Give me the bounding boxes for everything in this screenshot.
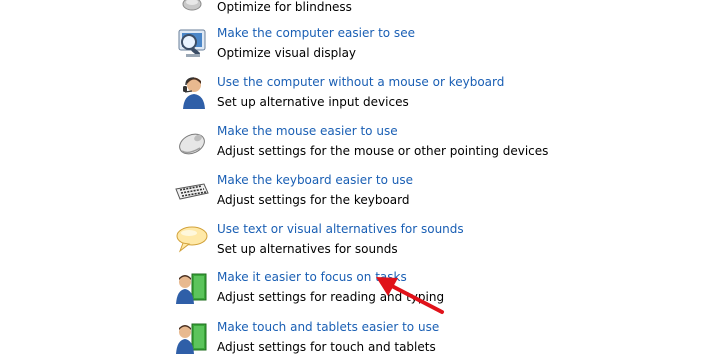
item-description: Adjust settings for touch and tablets	[217, 340, 436, 354]
use-without-mouse-keyboard-link[interactable]: Use the computer without a mouse or keyb…	[217, 75, 504, 90]
list-item-easier-to-see: Make the computer easier to see Optimize…	[174, 26, 694, 66]
item-description: Adjust settings for the keyboard	[217, 193, 410, 207]
keyboard-icon	[174, 173, 210, 209]
ease-of-access-list: Optimize for blindness Make the computer…	[0, 0, 720, 360]
monitor-magnifier-icon	[174, 26, 210, 62]
list-item-sound-alternatives: Use text or visual alternatives for soun…	[174, 222, 694, 262]
text-visual-alternatives-link[interactable]: Use text or visual alternatives for soun…	[217, 222, 464, 237]
item-description: Optimize visual display	[217, 46, 357, 60]
list-item-mouse: Make the mouse easier to use Adjust sett…	[174, 124, 694, 164]
annotation-arrow	[376, 277, 444, 314]
list-item-optimize-blindness: Optimize for blindness	[174, 0, 694, 20]
make-mouse-easier-link[interactable]: Make the mouse easier to use	[217, 124, 398, 139]
list-item-keyboard: Make the keyboard easier to use Adjust s…	[174, 173, 694, 213]
list-item-without-mouse-keyboard: Use the computer without a mouse or keyb…	[174, 75, 694, 115]
speech-bubble-icon	[174, 222, 210, 258]
person-document-icon	[174, 270, 210, 306]
speaker-icon	[174, 0, 210, 16]
person-headset-icon	[174, 75, 210, 111]
list-item-touch-tablets: Make touch and tablets easier to use Adj…	[174, 320, 694, 360]
item-description: Set up alternatives for sounds	[217, 242, 398, 256]
item-description: Adjust settings for the mouse or other p…	[217, 144, 549, 158]
item-description: Set up alternative input devices	[217, 95, 409, 109]
make-keyboard-easier-link[interactable]: Make the keyboard easier to use	[217, 173, 413, 188]
item-description: Optimize for blindness	[217, 0, 352, 14]
mouse-icon	[174, 124, 210, 160]
make-computer-easier-to-see-link[interactable]: Make the computer easier to see	[217, 26, 415, 41]
make-touch-tablets-easier-link[interactable]: Make touch and tablets easier to use	[217, 320, 439, 335]
person-tablet-icon	[174, 320, 210, 356]
